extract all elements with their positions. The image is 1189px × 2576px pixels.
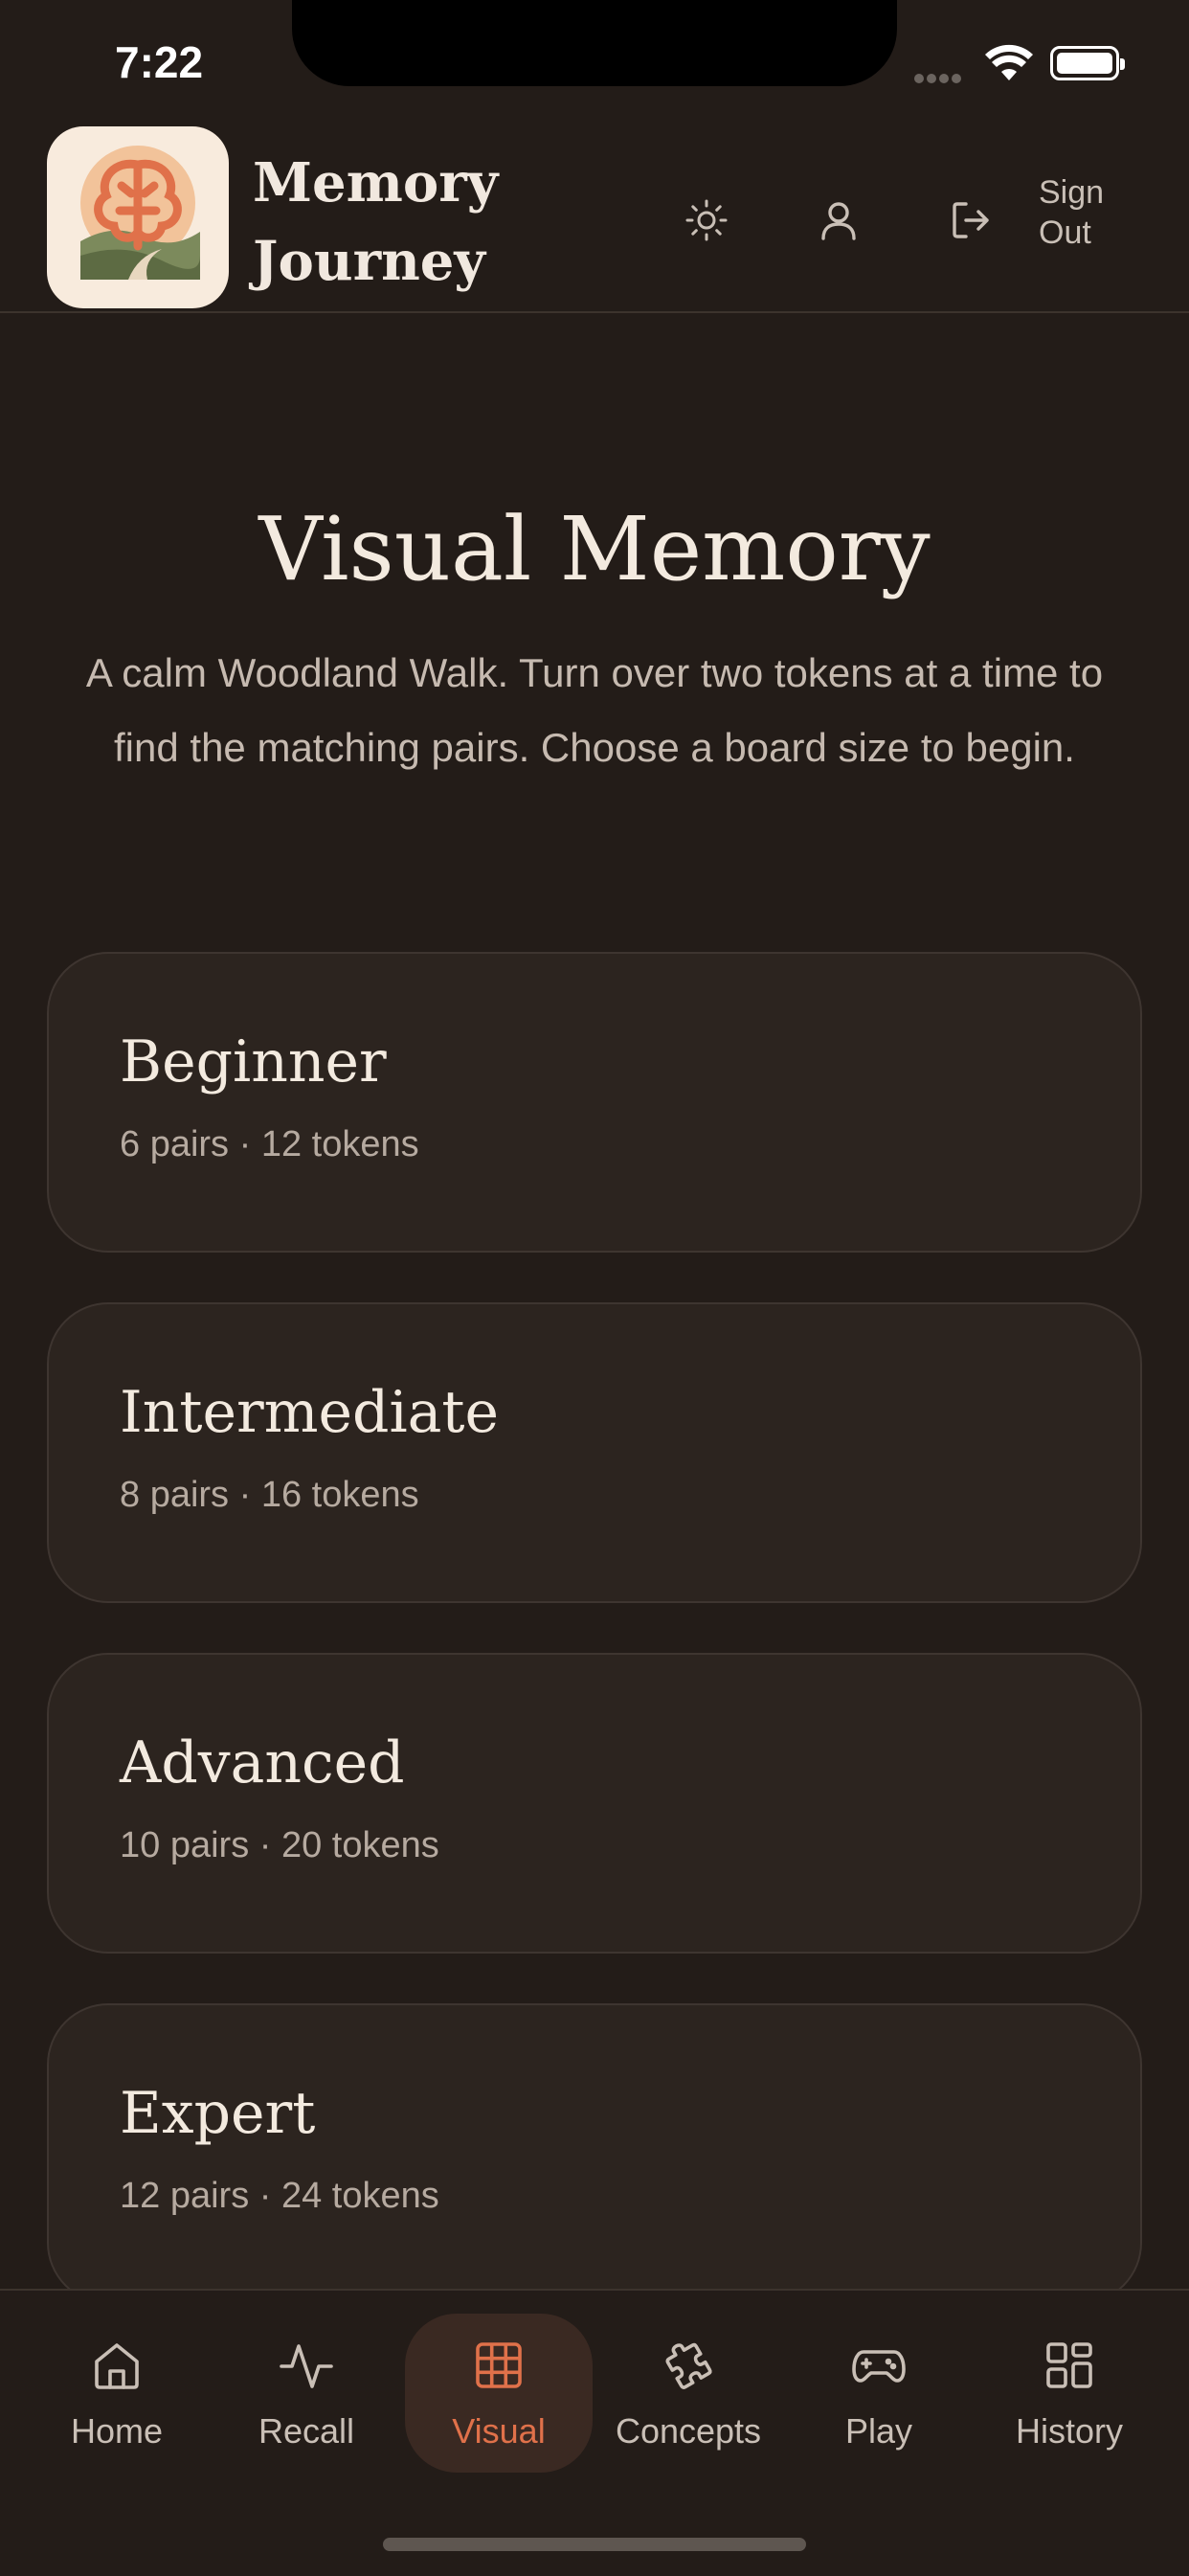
user-icon [821, 202, 856, 240]
sun-icon [685, 199, 728, 241]
level-card-advanced[interactable]: Advanced 10 pairs · 20 tokens [47, 1653, 1142, 1954]
level-title: Advanced [120, 1729, 405, 1796]
level-title: Expert [120, 2080, 316, 2147]
profile-button[interactable] [810, 192, 867, 249]
sign-out-label[interactable]: Sign Out [1039, 172, 1106, 253]
logout-icon [953, 202, 989, 238]
gamepad-icon [852, 2350, 906, 2383]
puzzle-icon [665, 2342, 712, 2389]
level-subtitle: 10 pairs · 20 tokens [120, 1825, 439, 1865]
nav-item-concepts[interactable]: Concepts [594, 2314, 782, 2473]
nav-label: History [1015, 2411, 1123, 2451]
nav-label: Home [70, 2411, 164, 2451]
app-title: Memory Journey [253, 144, 498, 301]
app-header: Memory Journey Sign Out [0, 124, 1189, 313]
nav-label: Visual [452, 2411, 546, 2451]
battery-icon [1050, 46, 1125, 80]
wifi-icon [985, 44, 1033, 80]
home-icon [95, 2343, 139, 2389]
home-indicator [383, 2538, 806, 2551]
nav-label: Recall [258, 2411, 355, 2451]
nav-item-home[interactable]: Home [23, 2314, 211, 2473]
nav-item-visual[interactable]: Visual [405, 2314, 593, 2473]
bottom-nav: Home Recall Visual Concepts Play History [0, 2289, 1189, 2576]
level-title: Beginner [120, 1028, 387, 1096]
level-subtitle: 8 pairs · 16 tokens [120, 1475, 419, 1515]
level-title: Intermediate [120, 1379, 500, 1446]
level-subtitle: 12 pairs · 24 tokens [120, 2176, 439, 2216]
nav-item-history[interactable]: History [976, 2314, 1163, 2473]
dashboard-icon [1046, 2342, 1092, 2388]
nav-label: Concepts [615, 2411, 762, 2451]
theme-toggle-button[interactable] [678, 192, 735, 249]
cellular-signal-icon [914, 71, 964, 88]
notch [292, 0, 897, 86]
nav-item-play[interactable]: Play [785, 2314, 973, 2473]
grid-icon [476, 2342, 522, 2388]
app-logo[interactable] [47, 126, 229, 308]
level-card-expert[interactable]: Expert 12 pairs · 24 tokens [47, 2003, 1142, 2304]
status-bar: 7:22 [0, 0, 1189, 124]
app-title-line-2: Journey [253, 230, 485, 293]
sign-out-button[interactable] [942, 192, 999, 249]
level-card-beginner[interactable]: Beginner 6 pairs · 12 tokens [47, 952, 1142, 1253]
nav-item-recall[interactable]: Recall [213, 2314, 400, 2473]
brain-landscape-icon [80, 146, 200, 280]
page-description: A calm Woodland Walk. Turn over two toke… [85, 650, 1104, 770]
status-time: 7:22 [115, 37, 204, 87]
pulse-icon [280, 2344, 333, 2388]
level-card-intermediate[interactable]: Intermediate 8 pairs · 16 tokens [47, 1302, 1142, 1603]
page-title: Visual Memory [258, 498, 931, 600]
nav-label: Play [844, 2411, 913, 2451]
level-subtitle: 6 pairs · 12 tokens [120, 1124, 419, 1164]
app-title-line-1: Memory [253, 151, 499, 215]
